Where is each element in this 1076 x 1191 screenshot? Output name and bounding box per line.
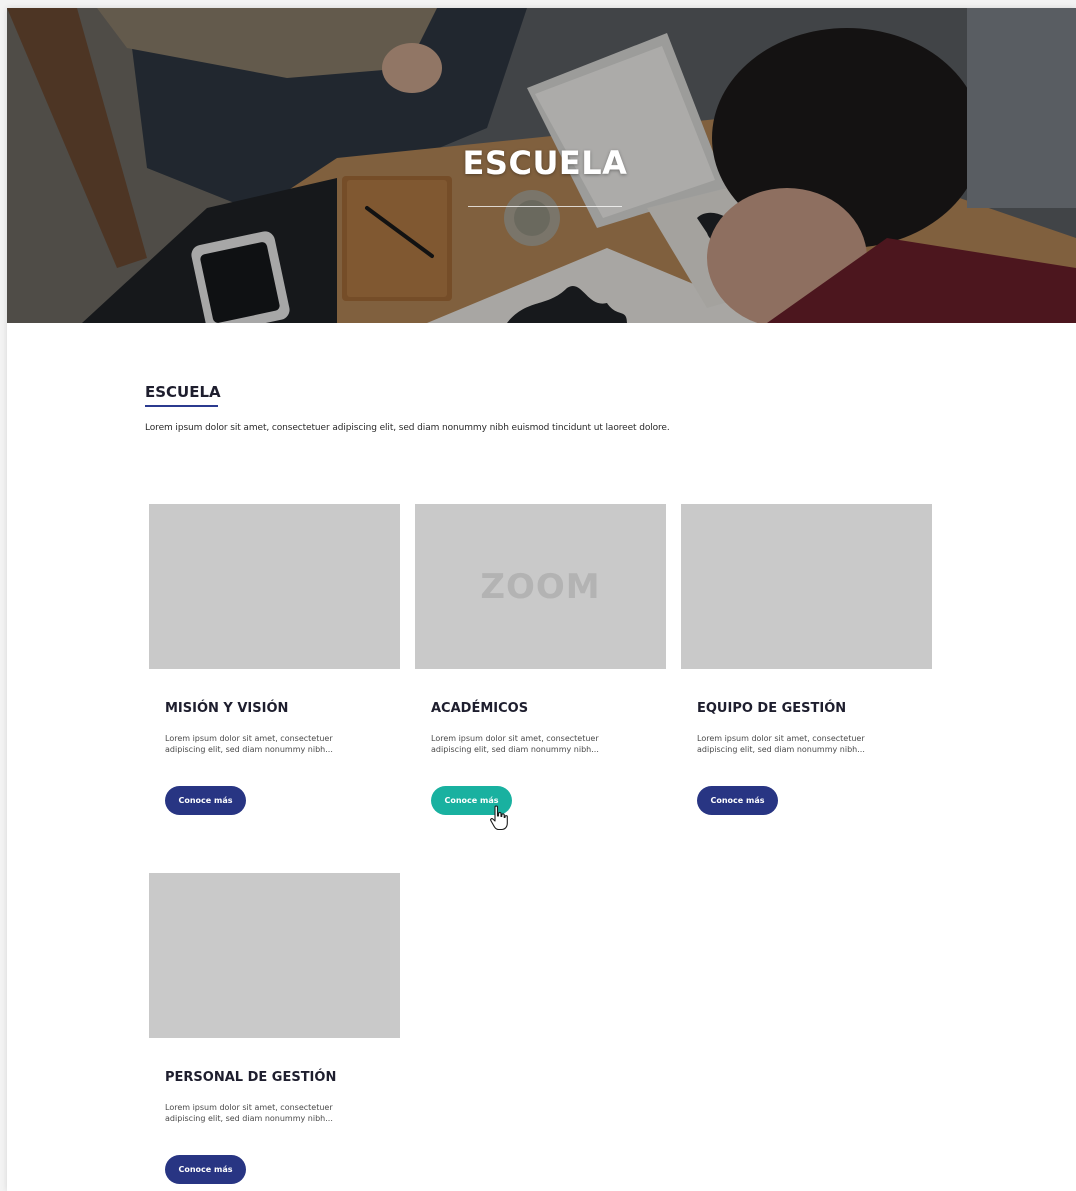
section-underline	[145, 405, 218, 407]
section-title: ESCUELA	[145, 383, 221, 401]
card-equipo-gestion: EQUIPO DE GESTIÓN Lorem ipsum dolor sit …	[681, 504, 932, 819]
conoce-mas-button[interactable]: Conoce más	[165, 1155, 246, 1184]
card-title: EQUIPO DE GESTIÓN	[697, 701, 847, 716]
card-description: Lorem ipsum dolor sit amet, consectetuer…	[165, 734, 333, 754]
card-personal-gestion: PERSONAL DE GESTIÓN Lorem ipsum dolor si…	[149, 873, 400, 1188]
card-description: Lorem ipsum dolor sit amet, consectetuer…	[431, 734, 599, 754]
card-image	[681, 504, 932, 669]
card-mision-vision: MISIÓN Y VISIÓN Lorem ipsum dolor sit am…	[149, 504, 400, 819]
card-image-label: ZOOM	[480, 566, 601, 607]
hero-banner: ESCUELA	[7, 8, 1076, 323]
conoce-mas-button[interactable]: Conoce más	[697, 786, 778, 815]
conoce-mas-button[interactable]: Conoce más	[165, 786, 246, 815]
page: ESCUELA ESCUELA Lorem ipsum dolor sit am…	[7, 8, 1076, 1191]
hero-title: ESCUELA	[462, 144, 628, 182]
card-title: MISIÓN Y VISIÓN	[165, 701, 289, 716]
card-image	[149, 873, 400, 1038]
hero-divider	[468, 206, 622, 207]
card-title: ACADÉMICOS	[431, 701, 529, 716]
card-description: Lorem ipsum dolor sit amet, consectetuer…	[165, 1103, 333, 1123]
hand-pointer-icon	[490, 805, 508, 831]
card-image	[149, 504, 400, 669]
card-description: Lorem ipsum dolor sit amet, consectetuer…	[697, 734, 865, 754]
card-image: ZOOM	[415, 504, 666, 669]
section-description: Lorem ipsum dolor sit amet, consectetuer…	[145, 423, 670, 433]
card-academicos: ZOOM ACADÉMICOS Lorem ipsum dolor sit am…	[415, 504, 666, 819]
card-title: PERSONAL DE GESTIÓN	[165, 1070, 337, 1085]
